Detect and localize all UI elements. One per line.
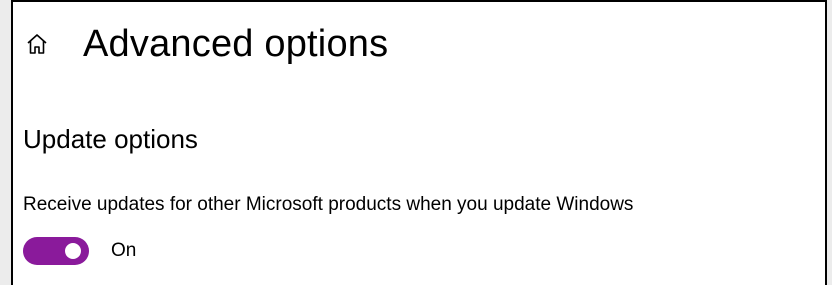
page-header: Advanced options [25, 18, 388, 70]
toggle-state-label: On [111, 240, 137, 261]
section-title-update-options: Update options [23, 124, 198, 154]
receive-updates-toggle-row: On [23, 237, 136, 265]
page-title: Advanced options [83, 22, 389, 65]
receive-updates-label: Receive updates for other Microsoft prod… [23, 194, 634, 215]
toggle-knob [65, 243, 81, 259]
receive-updates-toggle[interactable] [23, 237, 89, 265]
settings-panel: Advanced options Update options Receive … [11, 0, 827, 285]
home-icon[interactable] [25, 32, 49, 56]
